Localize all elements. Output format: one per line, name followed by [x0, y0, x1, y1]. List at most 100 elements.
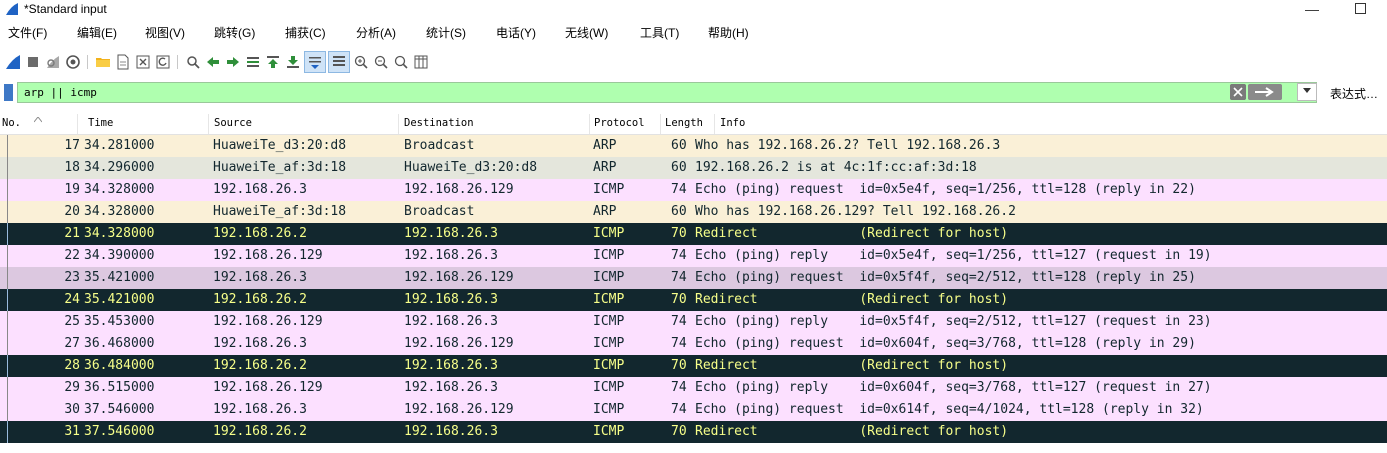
cell-no: 30	[64, 402, 80, 417]
cell-no: 19	[64, 182, 80, 197]
cell-src: HuaweiTe_d3:20:d8	[213, 138, 347, 153]
menu-go[interactable]: 跳转(G)	[214, 24, 255, 41]
menu-edit[interactable]: 编辑(E)	[77, 24, 117, 41]
cell-src: 192.168.26.2	[213, 226, 307, 241]
cell-src: 192.168.26.3	[213, 336, 307, 351]
column-time[interactable]: Time	[88, 117, 113, 129]
cell-dst: 192.168.26.3	[404, 358, 498, 373]
cell-len: 74	[671, 270, 687, 285]
expression-button[interactable]: 表达式…	[1330, 85, 1378, 102]
cell-time: 37.546000	[84, 424, 155, 439]
cell-proto: ICMP	[593, 226, 625, 241]
column-protocol[interactable]: Protocol	[594, 117, 645, 129]
column-info[interactable]: Info	[720, 117, 745, 129]
close-file-icon[interactable]	[134, 53, 152, 71]
column-no[interactable]: No.	[2, 117, 21, 129]
cell-info: Who has 192.168.26.2? Tell 192.168.26.3	[695, 138, 1001, 153]
packet-row[interactable]: 31 37.546000 192.168.26.2 192.168.26.3 ICMP 7…	[0, 421, 1387, 443]
display-filter-bar: arp || icmp 表达式…	[0, 81, 1387, 106]
cell-proto: ARP	[593, 204, 617, 219]
filter-history-dropdown[interactable]	[1297, 83, 1317, 101]
last-packet-icon[interactable]	[284, 53, 302, 71]
forward-arrow-icon[interactable]	[224, 53, 242, 71]
related-packet-marker	[7, 201, 8, 223]
menu-analyze[interactable]: 分析(A)	[356, 24, 396, 41]
filter-text[interactable]: arp || icmp	[24, 86, 97, 99]
menu-telephony[interactable]: 电话(Y)	[496, 24, 536, 41]
packet-row[interactable]: 21 34.328000 192.168.26.2 192.168.26.3 ICMP 7…	[0, 223, 1387, 245]
column-length[interactable]: Length	[665, 117, 703, 129]
cell-no: 28	[64, 358, 80, 373]
cell-len: 74	[671, 314, 687, 329]
packet-row[interactable]: 24 35.421000 192.168.26.2 192.168.26.3 ICMP 7…	[0, 289, 1387, 311]
autoscroll-icon[interactable]	[304, 51, 326, 73]
stop-icon[interactable]	[24, 53, 42, 71]
packet-row[interactable]: 18 34.296000 HuaweiTe_af:3d:18 HuaweiTe_d3:…	[0, 157, 1387, 179]
first-packet-icon[interactable]	[264, 53, 282, 71]
back-arrow-icon[interactable]	[204, 53, 222, 71]
cell-src: 192.168.26.129	[213, 380, 323, 395]
cell-info: Echo (ping) request id=0x604f, seq=3/768…	[695, 336, 1196, 351]
packet-row[interactable]: 17 34.281000 HuaweiTe_d3:20:d8 Broadcast ARP…	[0, 135, 1387, 157]
zoom-reset-icon[interactable]	[392, 53, 410, 71]
related-packet-marker	[7, 311, 8, 333]
menu-capture[interactable]: 捕获(C)	[285, 24, 326, 41]
cell-info: Redirect (Redirect for host)	[695, 226, 1009, 241]
menu-wireless[interactable]: 无线(W)	[565, 24, 608, 41]
bookmark-icon[interactable]	[4, 84, 13, 101]
column-source[interactable]: Source	[214, 117, 252, 129]
related-packet-marker	[7, 421, 8, 443]
menu-tools[interactable]: 工具(T)	[640, 24, 679, 41]
colorize-icon[interactable]	[328, 51, 350, 73]
shark-fin-start-icon[interactable]	[4, 53, 22, 71]
packet-row[interactable]: 29 36.515000 192.168.26.129 192.168.26.3 ICM…	[0, 377, 1387, 399]
zoom-in-icon[interactable]	[352, 53, 370, 71]
menu-statistics[interactable]: 统计(S)	[426, 24, 466, 41]
packet-row[interactable]: 19 34.328000 192.168.26.3 192.168.26.129 ICM…	[0, 179, 1387, 201]
packet-row[interactable]: 25 35.453000 192.168.26.129 192.168.26.3 ICM…	[0, 311, 1387, 333]
cell-proto: ARP	[593, 160, 617, 175]
cell-proto: ICMP	[593, 270, 625, 285]
cell-time: 37.546000	[84, 402, 155, 417]
cell-time: 35.453000	[84, 314, 155, 329]
cell-info: Redirect (Redirect for host)	[695, 358, 1009, 373]
cell-proto: ICMP	[593, 358, 625, 373]
options-gear-icon[interactable]	[64, 53, 82, 71]
menu-help[interactable]: 帮助(H)	[708, 24, 749, 41]
apply-filter-icon[interactable]	[1248, 84, 1282, 100]
packet-row[interactable]: 28 36.484000 192.168.26.2 192.168.26.3 ICMP 7…	[0, 355, 1387, 377]
packet-row[interactable]: 30 37.546000 192.168.26.3 192.168.26.129 ICM…	[0, 399, 1387, 421]
clear-filter-icon[interactable]	[1230, 84, 1246, 100]
cell-len: 60	[671, 138, 687, 153]
cell-src: HuaweiTe_af:3d:18	[213, 160, 347, 175]
maximize-button[interactable]	[1345, 0, 1375, 20]
cell-dst: Broadcast	[404, 204, 475, 219]
packet-row[interactable]: 23 35.421000 192.168.26.3 192.168.26.129 ICM…	[0, 267, 1387, 289]
cell-dst: 192.168.26.3	[404, 292, 498, 307]
column-destination[interactable]: Destination	[404, 117, 474, 129]
restart-icon[interactable]	[44, 53, 62, 71]
reload-icon[interactable]	[154, 53, 172, 71]
cell-len: 70	[671, 358, 687, 373]
related-packet-marker	[7, 399, 8, 421]
menu-file[interactable]: 文件(F)	[8, 24, 47, 41]
cell-time: 34.328000	[84, 182, 155, 197]
packet-row[interactable]: 22 34.390000 192.168.26.129 192.168.26.3 ICM…	[0, 245, 1387, 267]
cell-proto: ICMP	[593, 248, 625, 263]
open-folder-icon[interactable]	[94, 53, 112, 71]
menu-view[interactable]: 视图(V)	[145, 24, 185, 41]
goto-packet-icon[interactable]	[244, 53, 262, 71]
display-filter-input[interactable]: arp || icmp	[17, 82, 1317, 103]
minimize-button[interactable]: —	[1297, 0, 1327, 20]
related-packet-marker	[7, 245, 8, 267]
resize-columns-icon[interactable]	[412, 53, 430, 71]
cell-proto: ICMP	[593, 380, 625, 395]
packet-row[interactable]: 20 34.328000 HuaweiTe_af:3d:18 Broadcast ARP…	[0, 201, 1387, 223]
zoom-out-icon[interactable]	[372, 53, 390, 71]
cell-len: 70	[671, 424, 687, 439]
file-icon[interactable]	[114, 53, 132, 71]
menu-bar: 文件(F) 编辑(E) 视图(V) 跳转(G) 捕获(C) 分析(A) 统计(S…	[0, 22, 1387, 44]
find-icon[interactable]	[184, 53, 202, 71]
packet-row[interactable]: 27 36.468000 192.168.26.3 192.168.26.129 ICM…	[0, 333, 1387, 355]
cell-len: 74	[671, 248, 687, 263]
